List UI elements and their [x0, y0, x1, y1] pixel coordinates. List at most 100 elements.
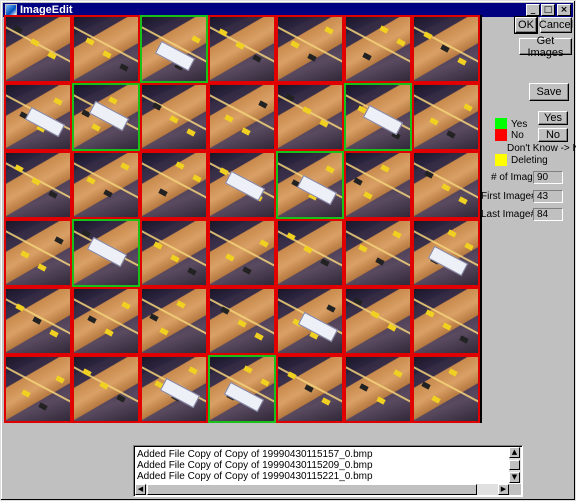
thumbnail-image[interactable]: [208, 151, 276, 219]
car-shape: [429, 117, 439, 126]
thumbnail-image[interactable]: [344, 287, 412, 355]
get-images-button[interactable]: Get Images: [519, 35, 572, 59]
car-shape: [260, 378, 270, 387]
thumbnail-image[interactable]: [140, 219, 208, 287]
cancel-button[interactable]: Cancel: [539, 17, 573, 33]
road-stripe: [346, 227, 410, 273]
car-shape: [38, 402, 48, 411]
yes-button[interactable]: Yes: [538, 111, 568, 125]
car-shape: [91, 123, 101, 132]
car-shape: [170, 254, 180, 263]
bus-shape: [296, 174, 338, 206]
horizontal-scrollbar[interactable]: ◀ ▶: [135, 484, 509, 495]
car-shape: [224, 114, 234, 123]
vertical-scroll-thumb[interactable]: [509, 460, 520, 470]
car-shape: [186, 128, 196, 137]
log-listbox[interactable]: Added File Copy of Copy of 1999043011515…: [133, 445, 523, 497]
car-shape: [225, 253, 235, 262]
car-shape: [192, 174, 202, 183]
thumbnail-image[interactable]: [72, 287, 140, 355]
car-shape: [324, 26, 334, 35]
car-shape: [169, 115, 179, 124]
car-shape: [287, 371, 297, 380]
road-stripe: [414, 159, 478, 205]
thumbnail-image[interactable]: [412, 151, 480, 219]
car-shape: [20, 250, 30, 259]
thumbnail-image[interactable]: [72, 151, 140, 219]
car-shape: [159, 327, 169, 336]
last-image-field[interactable]: 84: [533, 208, 563, 221]
thumbnail-image[interactable]: [72, 355, 140, 423]
road-stripe: [74, 23, 138, 69]
thumbnail-image[interactable]: [4, 287, 72, 355]
thumbnail-image[interactable]: [140, 287, 208, 355]
thumbnail-image[interactable]: [4, 355, 72, 423]
scroll-right-icon[interactable]: ▶: [498, 484, 509, 495]
scroll-left-icon[interactable]: ◀: [135, 484, 146, 495]
car-shape: [321, 397, 331, 406]
car-shape: [457, 57, 467, 66]
save-button[interactable]: Save: [529, 83, 569, 101]
first-image-label: First Image#:: [481, 191, 540, 202]
thumbnail-image[interactable]: [276, 287, 344, 355]
thumbnail-image[interactable]: [140, 355, 208, 423]
thumbnail-image[interactable]: [412, 355, 480, 423]
thumbnail-image[interactable]: [344, 151, 412, 219]
car-shape: [431, 395, 441, 404]
num-images-field[interactable]: 90: [533, 171, 563, 184]
no-legend-label: No: [511, 130, 524, 141]
thumbnail-image[interactable]: [4, 151, 72, 219]
thumbnail-image[interactable]: [412, 15, 480, 83]
car-shape: [53, 97, 63, 106]
thumbnail-image[interactable]: [412, 219, 480, 287]
thumbnail-image[interactable]: [208, 355, 276, 423]
thumbnail-image[interactable]: [344, 219, 412, 287]
thumbnail-image[interactable]: [276, 151, 344, 219]
thumbnail-image[interactable]: [276, 83, 344, 151]
bus-shape: [224, 170, 266, 202]
scroll-down-icon[interactable]: ▼: [509, 472, 520, 483]
car-shape: [362, 52, 372, 61]
thumbnail-image[interactable]: [276, 355, 344, 423]
thumbnail-image[interactable]: [4, 83, 72, 151]
thumbnail-image[interactable]: [208, 219, 276, 287]
road-stripe: [278, 23, 342, 69]
thumbnail-image[interactable]: [72, 83, 140, 151]
road-stripe: [142, 91, 206, 137]
vertical-scrollbar[interactable]: ▲ ▼: [509, 447, 521, 483]
car-shape: [392, 230, 402, 239]
thumbnail-image[interactable]: [412, 83, 480, 151]
horizontal-scroll-thumb[interactable]: [147, 484, 477, 495]
car-shape: [421, 381, 431, 390]
thumbnail-image[interactable]: [140, 15, 208, 83]
thumbnail-image[interactable]: [344, 15, 412, 83]
car-shape: [325, 165, 335, 174]
thumbnail-image[interactable]: [276, 15, 344, 83]
first-image-field[interactable]: 43: [533, 190, 563, 203]
thumbnail-image[interactable]: [344, 355, 412, 423]
road-stripe: [414, 295, 478, 341]
car-shape: [37, 263, 47, 272]
image-grid: [4, 15, 482, 423]
deleting-color-swatch: [495, 154, 507, 166]
car-shape: [326, 304, 336, 313]
thumbnail-image[interactable]: [276, 219, 344, 287]
car-shape: [49, 329, 59, 338]
thumbnail-image[interactable]: [412, 287, 480, 355]
car-shape: [358, 244, 368, 253]
thumbnail-image[interactable]: [208, 287, 276, 355]
thumbnail-image[interactable]: [72, 219, 140, 287]
thumbnail-image[interactable]: [4, 15, 72, 83]
thumbnail-image[interactable]: [72, 15, 140, 83]
car-shape: [307, 53, 317, 62]
thumbnail-image[interactable]: [4, 219, 72, 287]
ok-button[interactable]: OK: [514, 16, 538, 34]
scroll-up-icon[interactable]: ▲: [509, 447, 520, 458]
thumbnail-image[interactable]: [140, 151, 208, 219]
thumbnail-image[interactable]: [344, 83, 412, 151]
thumbnail-image[interactable]: [140, 83, 208, 151]
no-button[interactable]: No: [538, 128, 568, 142]
car-shape: [379, 25, 389, 34]
thumbnail-image[interactable]: [208, 15, 276, 83]
thumbnail-image[interactable]: [208, 83, 276, 151]
